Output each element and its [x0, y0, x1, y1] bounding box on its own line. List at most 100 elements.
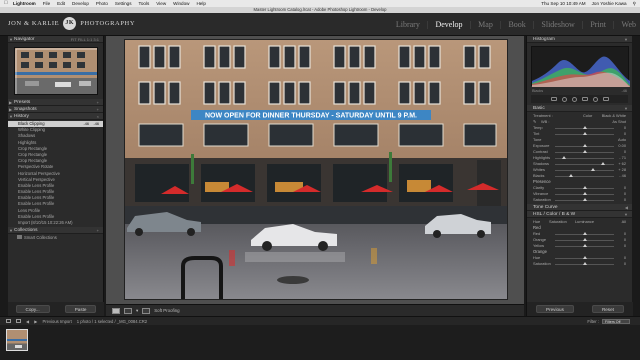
- menu-settings[interactable]: Settings: [115, 1, 132, 6]
- wb-slider-track[interactable]: [555, 132, 614, 135]
- add-collection-icon[interactable]: +: [97, 227, 99, 234]
- histogram[interactable]: [531, 46, 630, 87]
- tone-slider-knob[interactable]: [590, 168, 595, 171]
- hsl-slider-knob[interactable]: [582, 232, 587, 235]
- hsl-slider-track[interactable]: [555, 256, 614, 259]
- filmstrip-source[interactable]: Previous Import: [42, 319, 71, 324]
- snapshots-header[interactable]: ▶ Snapshots +: [8, 106, 103, 113]
- compare-view-icon[interactable]: [124, 307, 132, 314]
- hsl-slider-value[interactable]: 0: [624, 261, 626, 267]
- presets-header[interactable]: ▶ Presets +: [8, 99, 103, 106]
- spotlight-icon[interactable]: ⚲: [633, 1, 636, 7]
- tone-slider-track[interactable]: [555, 162, 614, 165]
- red-eye-tool-icon[interactable]: [571, 96, 577, 102]
- tone-slider-track[interactable]: [555, 144, 614, 147]
- presence-slider-track[interactable]: [555, 198, 614, 201]
- copy-button[interactable]: Copy...: [15, 305, 50, 313]
- wb-slider-knob[interactable]: [582, 132, 587, 135]
- clock[interactable]: Thu Sep 10 10:49 AM: [541, 1, 585, 6]
- hsl-tab-hue[interactable]: Hue: [533, 219, 540, 225]
- tone-curve-header[interactable]: Tone Curve ◀: [527, 204, 632, 211]
- presence-slider-knob[interactable]: [582, 192, 587, 195]
- navigator-zoom-options[interactable]: FIT FILL 1:1 3:1: [71, 36, 99, 43]
- hsl-slider-knob[interactable]: [582, 244, 587, 247]
- hsl-slider-knob[interactable]: [582, 256, 587, 259]
- menu-photo[interactable]: Photo: [96, 1, 108, 6]
- add-snapshot-icon[interactable]: +: [97, 106, 99, 113]
- presence-slider-value[interactable]: 0: [624, 197, 626, 203]
- tone-slider-value[interactable]: - 46: [619, 173, 626, 179]
- photo-preview[interactable]: NOW OPEN FOR DINNER THURSDAY - SATURDAY …: [124, 39, 508, 300]
- radial-filter-icon[interactable]: [592, 96, 598, 102]
- crop-tool-icon[interactable]: [550, 97, 557, 101]
- module-print[interactable]: Print: [590, 20, 606, 29]
- module-slideshow[interactable]: Slideshow: [541, 20, 574, 29]
- hsl-tab-all[interactable]: All: [622, 219, 626, 225]
- presence-slider-track[interactable]: [555, 186, 614, 189]
- filter-select[interactable]: Filters Off: [602, 318, 630, 324]
- presence-slider-knob[interactable]: [582, 186, 587, 189]
- menu-view[interactable]: View: [156, 1, 166, 6]
- previous-button[interactable]: Previous: [536, 305, 574, 313]
- soft-proofing-checkbox[interactable]: [142, 307, 151, 314]
- clear-history-icon[interactable]: ×: [97, 113, 99, 120]
- grid-view-icon[interactable]: [16, 319, 21, 323]
- tone-slider-knob[interactable]: [582, 150, 587, 153]
- apple-icon[interactable]: : [4, 1, 9, 6]
- wb-slider-track[interactable]: [555, 126, 614, 129]
- presence-slider-knob[interactable]: [582, 198, 587, 201]
- forward-arrow-icon[interactable]: ▶: [34, 319, 37, 324]
- module-develop[interactable]: Develop: [435, 20, 462, 29]
- hsl-header[interactable]: HSL / Color / B & W ▼: [527, 211, 632, 218]
- basic-header[interactable]: Basic ▼: [527, 105, 632, 112]
- add-preset-icon[interactable]: +: [97, 99, 99, 106]
- menu-tools[interactable]: Tools: [139, 1, 150, 6]
- hsl-slider-knob[interactable]: [582, 262, 587, 265]
- paste-button[interactable]: Paste: [64, 305, 97, 313]
- menu-help[interactable]: Help: [196, 1, 205, 6]
- hsl-slider-track[interactable]: [555, 238, 614, 241]
- hsl-slider-track[interactable]: [555, 262, 614, 265]
- collection-item[interactable]: Smart Collections: [8, 234, 103, 241]
- tone-slider-knob[interactable]: [561, 156, 566, 159]
- adjustment-brush-icon[interactable]: [602, 97, 609, 101]
- secondary-window-icon[interactable]: [6, 319, 11, 323]
- view-dropdown-icon[interactable]: ▾: [136, 308, 138, 314]
- tone-slider-knob[interactable]: [568, 174, 573, 177]
- user-name[interactable]: Jon Yoshie Kawa: [592, 1, 627, 6]
- hsl-slider-track[interactable]: [555, 244, 614, 247]
- reset-button[interactable]: Reset: [591, 305, 624, 313]
- menu-lightroom[interactable]: Lightroom: [13, 1, 36, 6]
- tone-slider-knob[interactable]: [600, 162, 605, 165]
- history-header[interactable]: ▼ History ×: [8, 113, 103, 120]
- presence-slider-track[interactable]: [555, 192, 614, 195]
- module-web[interactable]: Web: [622, 20, 636, 29]
- hsl-tab-luminance[interactable]: Luminance: [575, 219, 594, 225]
- hsl-slider-track[interactable]: [555, 232, 614, 235]
- navigator-header[interactable]: ▼ Navigator FIT FILL 1:1 3:1: [8, 36, 103, 43]
- loupe-view-icon[interactable]: [112, 307, 120, 314]
- wb-slider-knob[interactable]: [582, 126, 587, 129]
- menu-edit[interactable]: Edit: [57, 1, 65, 6]
- graduated-filter-icon[interactable]: [581, 97, 588, 101]
- module-book[interactable]: Book: [508, 20, 525, 29]
- tone-slider-track[interactable]: [555, 150, 614, 153]
- filmstrip-thumbnail[interactable]: [6, 329, 28, 351]
- history-item[interactable]: Import (8/10/15 10:22:26 AM): [8, 220, 103, 226]
- tone-slider-knob[interactable]: [582, 144, 587, 147]
- tone-slider-track[interactable]: [555, 174, 614, 177]
- spot-removal-tool-icon[interactable]: [561, 96, 567, 102]
- histogram-header[interactable]: Histogram ▼: [527, 36, 632, 43]
- navigator-preview[interactable]: [14, 47, 98, 95]
- hsl-slider-knob[interactable]: [582, 238, 587, 241]
- module-map[interactable]: Map: [478, 20, 493, 29]
- hsl-tab-saturation[interactable]: Saturation: [549, 219, 567, 225]
- hsl-slider-value[interactable]: 0: [624, 243, 626, 249]
- menu-develop[interactable]: Develop: [72, 1, 89, 6]
- menu-window[interactable]: Window: [173, 1, 189, 6]
- collections-header[interactable]: ▼ Collections +: [8, 227, 103, 235]
- module-library[interactable]: Library: [396, 20, 420, 29]
- tone-slider-track[interactable]: [555, 156, 614, 159]
- menu-file[interactable]: File: [43, 1, 50, 6]
- tone-slider-track[interactable]: [555, 168, 614, 171]
